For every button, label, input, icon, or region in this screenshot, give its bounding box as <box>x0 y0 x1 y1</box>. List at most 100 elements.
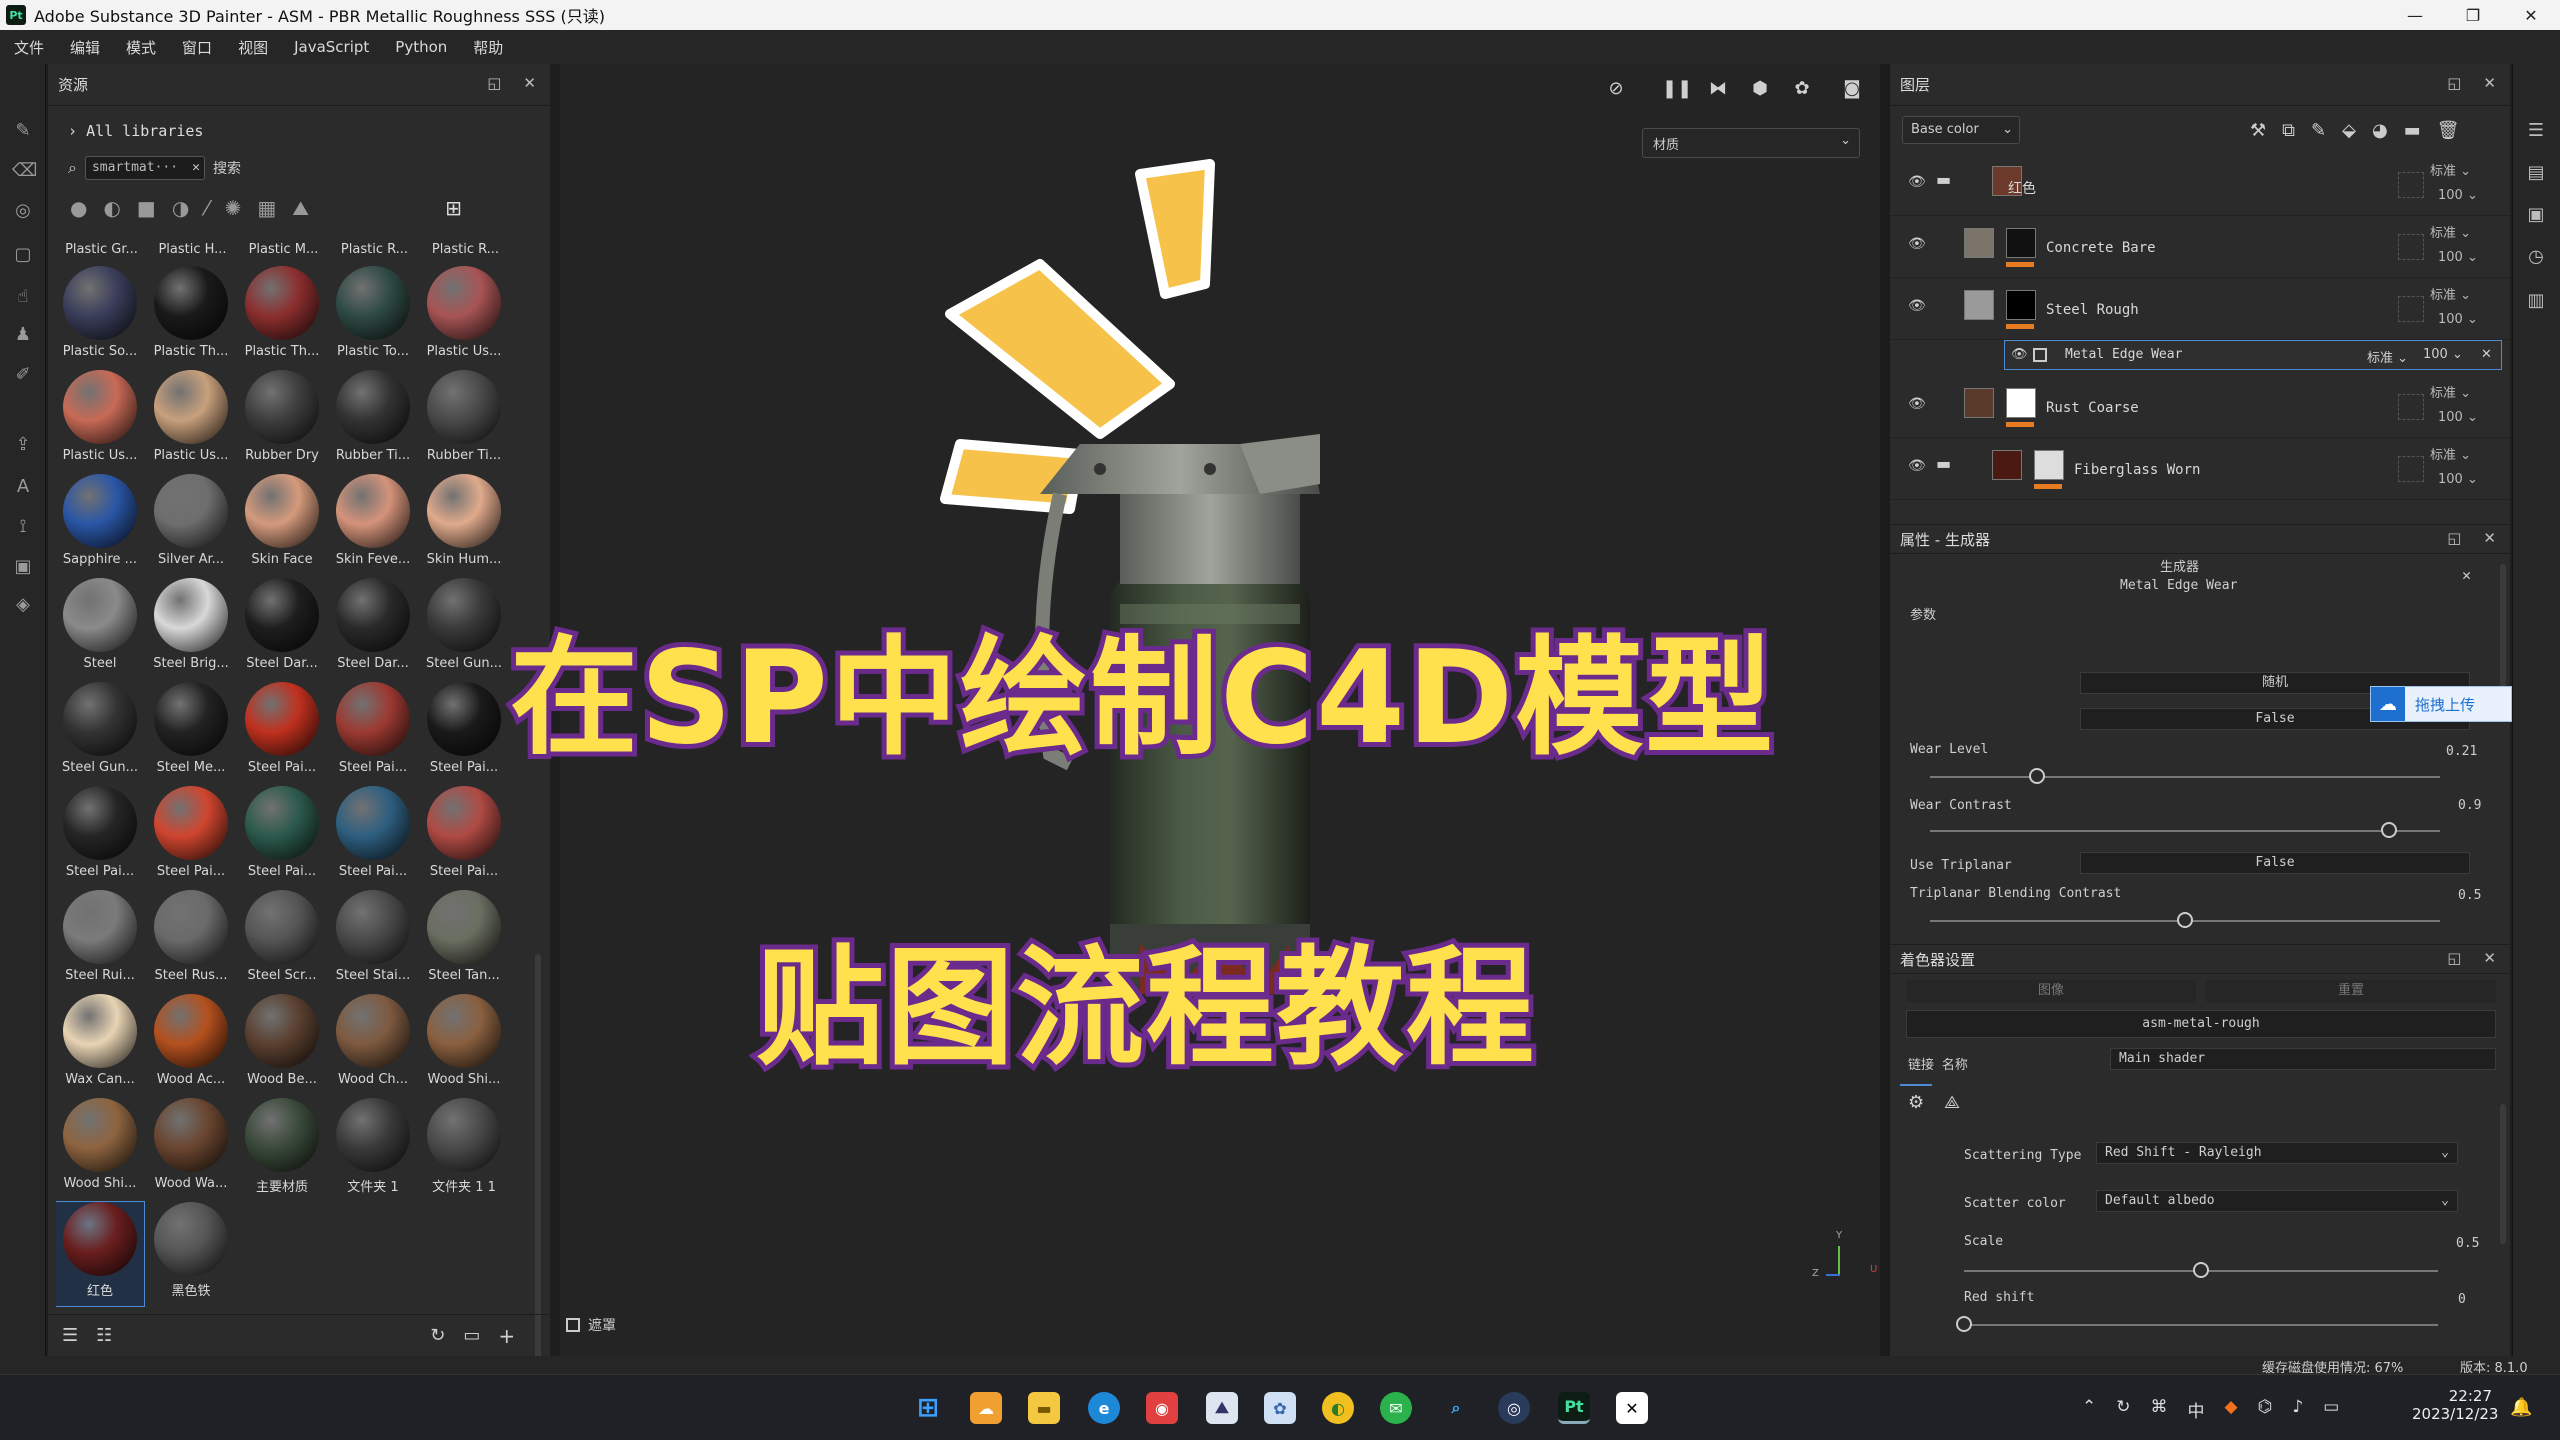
asset-item[interactable]: Steel Dar... <box>238 578 326 682</box>
asset-item[interactable]: Wood Be... <box>238 994 326 1098</box>
asset-item[interactable]: Plastic Th... <box>238 266 326 370</box>
asset-item[interactable]: Rubber Ti... <box>329 370 417 474</box>
scattering-type-select[interactable]: Red Shift - Rayleigh ⌄ <box>2096 1142 2458 1164</box>
history-icon[interactable]: ◷ <box>2525 246 2547 268</box>
channel-select[interactable]: Base color ⌄ <box>1902 116 2020 144</box>
close-panel-icon[interactable]: ✕ <box>2483 949 2496 967</box>
use-triplanar-field[interactable]: False <box>2080 852 2470 874</box>
eye-icon[interactable]: 👁 <box>1908 458 1926 474</box>
clear-search-icon[interactable]: ✕ <box>192 157 200 179</box>
tray-expand-icon[interactable]: ⌃ <box>2082 1397 2096 1422</box>
layer-row[interactable]: 👁 ▬ Fiberglass Worn 标准 ⌄ 100 ⌄ <box>1890 438 2510 500</box>
undock-icon[interactable]: ◱ <box>2447 74 2461 92</box>
triplanar-contrast-knob[interactable] <box>2177 912 2193 928</box>
asset-item[interactable]: Steel Gun... <box>56 682 144 786</box>
symmetry-icon[interactable]: ⧓ <box>1706 78 1730 102</box>
filter-materials-icon[interactable]: ● <box>70 196 87 220</box>
tray-sync-icon[interactable]: ↻ <box>2116 1397 2130 1422</box>
red-shift-slider[interactable] <box>1964 1324 2438 1326</box>
filter-textures-icon[interactable]: ▦ <box>257 196 276 220</box>
layer-mask-slot[interactable] <box>2398 234 2424 260</box>
undock-icon[interactable]: ◱ <box>487 74 501 92</box>
layer-mask-slot[interactable] <box>2398 172 2424 198</box>
wechat-icon[interactable]: ✉ <box>1380 1392 1412 1424</box>
blend-mode[interactable]: 标准 ⌄ <box>2430 160 2471 179</box>
eye-icon[interactable]: 👁 <box>1908 236 1926 252</box>
tray-grid-icon[interactable]: ⌘ <box>2151 1397 2168 1422</box>
asset-item[interactable]: Steel Pai... <box>420 786 508 890</box>
close-panel-icon[interactable]: ✕ <box>2483 529 2496 547</box>
file-explorer-icon[interactable]: ▬ <box>1028 1392 1060 1424</box>
close-panel-icon[interactable]: ✕ <box>523 74 536 92</box>
edge-icon[interactable]: e <box>1088 1392 1120 1424</box>
asset-item[interactable]: Skin Hum... <box>420 474 508 578</box>
asset-item[interactable]: Steel Pai... <box>238 682 326 786</box>
minimize-button[interactable]: — <box>2386 0 2444 30</box>
layer-mask-slot[interactable] <box>2398 456 2424 482</box>
opacity[interactable]: 100 ⌄ <box>2438 410 2478 425</box>
grid-view-icon[interactable]: ⊞ <box>445 196 462 220</box>
c4d-icon[interactable]: ◎ <box>1498 1392 1530 1424</box>
sublayer-row[interactable]: 👁 Metal Edge Wear 标准 ⌄ 100 ⌄ ✕ <box>2004 340 2502 370</box>
asset-item[interactable]: Steel Rui... <box>56 890 144 994</box>
mask-checkbox[interactable] <box>566 1318 580 1332</box>
wear-contrast-slider[interactable] <box>1930 830 2440 832</box>
menu-window[interactable]: 窗口 <box>182 37 212 58</box>
clone-icon[interactable]: ♟ <box>12 324 34 346</box>
menu-python[interactable]: Python <box>395 38 447 56</box>
asset-item[interactable]: Steel Me... <box>147 682 235 786</box>
tree-view-icon[interactable]: ☷ <box>96 1325 112 1346</box>
asset-item[interactable]: Silver Ar... <box>147 474 235 578</box>
asset-item[interactable]: Steel Stai... <box>329 890 417 994</box>
layer-row[interactable]: 👁 Rust Coarse 标准 ⌄ 100 ⌄ <box>1890 376 2510 438</box>
viewport[interactable]: ⊘ ❚❚ ⧓ ⬢ ✿ ◙ 材质 ⌄ 在SP中绘制C4D模型 贴图流程教程 Y Z… <box>505 64 1890 1356</box>
geometry-mask-icon[interactable]: ▢ <box>12 244 34 266</box>
asset-item[interactable]: 文件夹 1 <box>329 1098 417 1202</box>
eraser-icon[interactable]: ⌫ <box>12 160 37 182</box>
camera-icon[interactable]: ◙ <box>1840 78 1864 102</box>
photos-icon[interactable]: ⛰ <box>1206 1392 1238 1424</box>
shader-tessellation-icon[interactable]: ⟁ <box>1944 1092 1960 1113</box>
wifi-icon[interactable]: ⌬ <box>2258 1397 2273 1422</box>
export-icon[interactable]: ▣ <box>12 556 34 578</box>
blend-mode[interactable]: 标准 ⌄ <box>2430 382 2471 401</box>
asset-item[interactable]: 红色 <box>56 1201 145 1307</box>
smudge-icon[interactable]: ☝ <box>12 286 34 308</box>
layer-mask-slot[interactable] <box>2398 296 2424 322</box>
asset-item[interactable]: 主要材质 <box>238 1098 326 1202</box>
filter-alphas-icon[interactable]: ✺ <box>225 196 242 220</box>
volume-icon[interactable]: ♪ <box>2292 1397 2303 1422</box>
close-panel-icon[interactable]: ✕ <box>2483 74 2496 92</box>
color-picker-icon[interactable]: ✐ <box>12 364 34 386</box>
remove-icon[interactable]: ✕ <box>2481 347 2492 362</box>
asset-item[interactable]: Steel Gun... <box>420 578 508 682</box>
asset-item[interactable]: Plastic Th... <box>147 266 235 370</box>
wear-contrast-knob[interactable] <box>2381 822 2397 838</box>
bake-icon[interactable]: ⇪ <box>12 434 34 456</box>
text-tool-icon[interactable]: A <box>12 476 34 498</box>
menu-mode[interactable]: 模式 <box>126 37 156 58</box>
layer-row[interactable]: 👁 Steel Rough 标准 ⌄ 100 ⌄ <box>1890 278 2510 340</box>
asset-item[interactable]: Steel Rus... <box>147 890 235 994</box>
filter-generators-icon[interactable]: ◑ <box>172 196 189 220</box>
asset-item[interactable]: Plastic To... <box>329 266 417 370</box>
projection-icon[interactable]: ◎ <box>12 200 34 222</box>
assets-scrollbar[interactable] <box>535 954 541 1364</box>
shader-tab-image[interactable]: 图像 <box>1906 980 2196 1002</box>
add-paint-layer-icon[interactable]: ✎ <box>2311 120 2326 141</box>
layer-row[interactable]: 👁 ▬ 红色 标准 ⌄ 100 ⌄ <box>1890 154 2510 216</box>
menu-javascript[interactable]: JavaScript <box>294 38 369 56</box>
layers-dock-icon[interactable]: ☰ <box>2525 120 2547 142</box>
cloud-app-icon[interactable]: ✿ <box>1264 1392 1296 1424</box>
battery-icon[interactable]: ▭ <box>2323 1397 2339 1422</box>
blend-mode[interactable]: 标准 ⌄ <box>2430 284 2471 303</box>
shader-params-icon[interactable]: ⚙ <box>1908 1092 1924 1113</box>
tray-app-icon[interactable]: ◆ <box>2225 1397 2238 1422</box>
filter-masks-icon[interactable]: ■ <box>137 196 156 220</box>
delete-layer-icon[interactable]: 🗑 <box>2437 120 2460 141</box>
refresh-icon[interactable]: ↻ <box>430 1325 445 1346</box>
asset-item[interactable]: Steel <box>56 578 144 682</box>
asset-item[interactable]: Plastic So... <box>56 266 144 370</box>
add-effect-icon[interactable]: ⚒ <box>2250 120 2266 141</box>
asset-item[interactable]: 黑色铁 <box>147 1202 235 1306</box>
